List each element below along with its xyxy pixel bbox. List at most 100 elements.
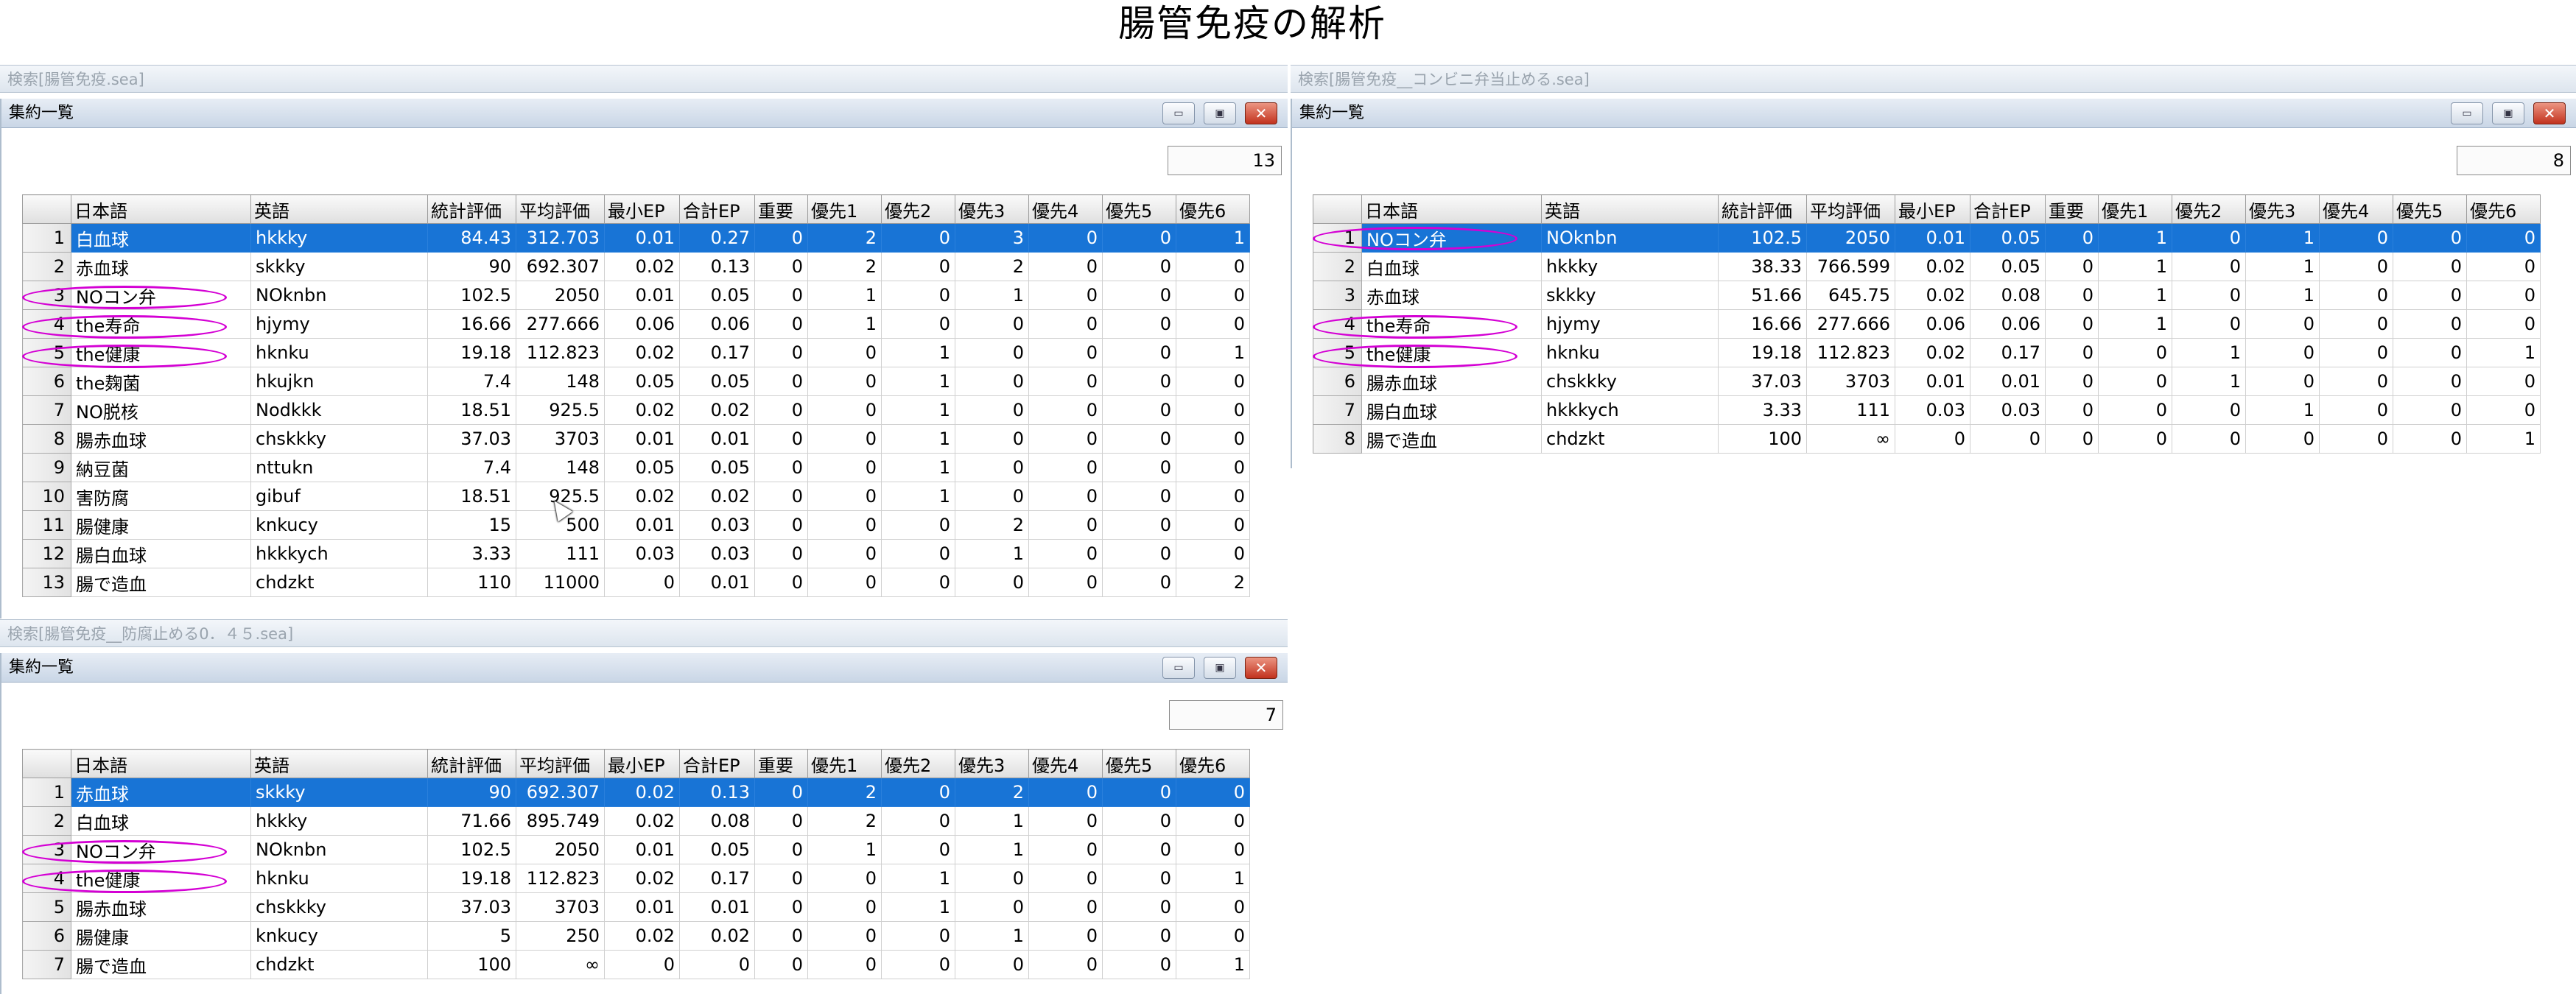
maximize-button[interactable]: ▣ — [2492, 102, 2524, 124]
row-number: 4 — [1313, 309, 1362, 339]
column-header[interactable]: 優先5 — [1102, 749, 1176, 778]
table-row[interactable]: 6 the麹菌 hkujkn 7.4 148 0.05 0.05 0 0 1 0 0 0 0 — [22, 367, 1250, 396]
column-header[interactable]: 統計評価 — [427, 749, 516, 778]
column-header[interactable]: 優先5 — [1102, 194, 1176, 224]
minimize-button[interactable]: ▭ — [2451, 102, 2483, 124]
table-row[interactable]: 2 赤血球 skkky 90 692.307 0.02 0.13 0 2 0 2 0 0 0 — [22, 252, 1250, 281]
column-header[interactable]: 日本語 — [71, 194, 251, 224]
table-row[interactable]: 1 NOコン弁 NOknbn 102.5 2050 0.01 0.05 0 1 0 1 0 0 0 — [1313, 223, 2541, 253]
table-row[interactable]: 12 腸白血球 hkkkych 3.33 111 0.03 0.03 0 0 0 1 0 0 0 — [22, 539, 1250, 568]
summary-table[interactable]: 日本語 英語 統計評価 平均評価 最小EP 合計EP 重要 優先1 優先2 優先3 優先4 優先5 優先… — [22, 749, 1250, 979]
table-row[interactable]: 5 the健康 hknku 19.18 112.823 0.02 0.17 0 0 1 0 0 0 1 — [1313, 338, 2541, 367]
table-row[interactable]: 8 腸で造血 chdzkt 100 ∞ 0 0 0 0 0 0 0 0 1 — [1313, 424, 2541, 454]
column-header[interactable]: 優先2 — [2172, 194, 2246, 224]
table-row[interactable]: 3 NOコン弁 NOknbn 102.5 2050 0.01 0.05 0 1 0 1 0 0 0 — [22, 835, 1250, 864]
table-cell: 0 — [2245, 424, 2320, 454]
table-row[interactable]: 5 腸赤血球 chskkky 37.03 3703 0.01 0.01 0 0 1 0 0 0 0 — [22, 892, 1250, 922]
table-cell: 0 — [807, 367, 882, 396]
table-cell: 0 — [881, 252, 955, 281]
column-header[interactable] — [22, 749, 71, 778]
column-header[interactable]: 重要 — [754, 194, 808, 224]
summary-table[interactable]: 日本語 英語 統計評価 平均評価 最小EP 合計EP 重要 優先1 優先2 優先3 優先4 優先5 優先… — [1313, 194, 2541, 454]
table-cell: 0 — [1028, 482, 1103, 511]
table-row[interactable]: 7 NO脱核 Nodkkk 18.51 925.5 0.02 0.02 0 0 1 0 0 0 0 — [22, 395, 1250, 425]
summary-list-title: 集約一覧 — [1299, 104, 1365, 122]
column-header[interactable]: 優先3 — [955, 194, 1029, 224]
cell-english: NOknbn — [250, 281, 428, 310]
column-header[interactable]: 優先3 — [2245, 194, 2320, 224]
column-header[interactable]: 合計EP — [1970, 194, 2046, 224]
column-header[interactable]: 優先4 — [2319, 194, 2393, 224]
column-header[interactable]: 英語 — [250, 749, 428, 778]
column-header[interactable]: 優先6 — [1176, 194, 1250, 224]
table-row[interactable]: 11 腸健康 knkucy 15 500 0.01 0.03 0 0 0 2 0 0 0 — [22, 510, 1250, 540]
column-header[interactable]: 英語 — [250, 194, 428, 224]
column-header[interactable]: 優先2 — [881, 194, 955, 224]
column-header[interactable]: 優先6 — [1176, 749, 1250, 778]
row-number: 9 — [22, 453, 71, 482]
cell-japanese: the健康 — [71, 338, 251, 367]
column-header[interactable]: 平均評価 — [516, 194, 605, 224]
row-number: 4 — [22, 309, 71, 339]
maximize-button[interactable]: ▣ — [1204, 657, 1236, 679]
table-row[interactable]: 3 NOコン弁 NOknbn 102.5 2050 0.01 0.05 0 1 0 1 0 0 0 — [22, 281, 1250, 310]
column-header[interactable]: 優先1 — [807, 194, 882, 224]
table-row[interactable]: 2 白血球 hkkky 71.66 895.749 0.02 0.08 0 2 0 1 0 0 0 — [22, 806, 1250, 836]
table-row[interactable]: 10 害防腐 gibuf 18.51 925.5 0.02 0.02 0 0 1 0 0 0 0 — [22, 482, 1250, 511]
table-row[interactable]: 4 the寿命 hjymy 16.66 277.666 0.06 0.06 0 1 0 0 0 0 0 — [22, 309, 1250, 339]
column-header[interactable]: 重要 — [2045, 194, 2099, 224]
table-row[interactable]: 4 the健康 hknku 19.18 112.823 0.02 0.17 0 0 1 0 0 0 1 — [22, 864, 1250, 893]
column-header[interactable]: 最小EP — [1895, 194, 1970, 224]
table-row[interactable]: 6 腸健康 knkucy 5 250 0.02 0.02 0 0 0 1 0 0 0 — [22, 921, 1250, 951]
column-header[interactable]: 平均評価 — [516, 749, 605, 778]
column-header[interactable]: 合計EP — [679, 194, 755, 224]
table-row[interactable]: 1 白血球 hkkky 84.43 312.703 0.01 0.27 0 2 0 3 0 0 1 — [22, 223, 1250, 253]
table-row[interactable]: 8 腸赤血球 chskkky 37.03 3703 0.01 0.01 0 0 1 0 0 0 0 — [22, 424, 1250, 454]
table-row[interactable]: 6 腸赤血球 chskkky 37.03 3703 0.01 0.01 0 0 1 0 0 0 0 — [1313, 367, 2541, 396]
table-cell: 0 — [881, 806, 955, 836]
summary-table[interactable]: 日本語 英語 統計評価 平均評価 最小EP 合計EP 重要 優先1 優先2 優先3 優先4 優先5 優先… — [22, 194, 1250, 597]
table-row[interactable]: 9 納豆菌 nttukn 7.4 148 0.05 0.05 0 0 1 0 0 0 0 — [22, 453, 1250, 482]
minimize-button[interactable]: ▭ — [1162, 102, 1195, 124]
close-button[interactable]: ✕ — [1245, 102, 1277, 124]
column-header[interactable]: 最小EP — [604, 194, 680, 224]
table-row[interactable]: 7 腸白血球 hkkkych 3.33 111 0.03 0.03 0 0 0 1 0 0 0 — [1313, 395, 2541, 425]
column-header[interactable]: 日本語 — [1361, 194, 1542, 224]
column-header[interactable]: 優先3 — [955, 749, 1029, 778]
column-header[interactable]: 統計評価 — [1718, 194, 1807, 224]
table-row[interactable]: 13 腸で造血 chdzkt 110 11000 0 0.01 0 0 0 0 0 0 2 — [22, 568, 1250, 597]
column-header[interactable]: 合計EP — [679, 749, 755, 778]
table-cell: 250 — [516, 921, 605, 951]
column-header[interactable]: 重要 — [754, 749, 808, 778]
table-row[interactable]: 2 白血球 hkkky 38.33 766.599 0.02 0.05 0 1 0 1 0 0 0 — [1313, 252, 2541, 281]
table-row[interactable]: 7 腸で造血 chdzkt 100 ∞ 0 0 0 0 0 0 0 0 1 — [22, 950, 1250, 979]
table-cell: 0 — [1028, 921, 1103, 951]
table-cell: 0 — [754, 539, 808, 568]
column-header[interactable] — [22, 194, 71, 224]
column-header[interactable]: 英語 — [1541, 194, 1719, 224]
column-header[interactable]: 優先1 — [2098, 194, 2172, 224]
minimize-button[interactable]: ▭ — [1162, 657, 1195, 679]
column-header[interactable]: 優先4 — [1028, 194, 1103, 224]
column-header[interactable]: 優先2 — [881, 749, 955, 778]
maximize-button[interactable]: ▣ — [1204, 102, 1236, 124]
table-row[interactable]: 4 the寿命 hjymy 16.66 277.666 0.06 0.06 0 1 0 0 0 0 0 — [1313, 309, 2541, 339]
close-button[interactable]: ✕ — [1245, 657, 1277, 679]
column-header[interactable]: 平均評価 — [1806, 194, 1895, 224]
column-header[interactable]: 優先1 — [807, 749, 882, 778]
window-controls: ▭ ▣ ✕ — [1162, 102, 1288, 124]
table-row[interactable]: 3 赤血球 skkky 51.66 645.75 0.02 0.08 0 1 0 1 0 0 0 — [1313, 281, 2541, 310]
column-header[interactable]: 最小EP — [604, 749, 680, 778]
column-header[interactable]: 日本語 — [71, 749, 251, 778]
close-button[interactable]: ✕ — [2533, 102, 2566, 124]
table-cell: 0 — [754, 778, 808, 807]
table-row[interactable]: 5 the健康 hknku 19.18 112.823 0.02 0.17 0 0 1 0 0 0 1 — [22, 338, 1250, 367]
table-row[interactable]: 1 赤血球 skkky 90 692.307 0.02 0.13 0 2 0 2 0 0 0 — [22, 778, 1250, 807]
column-header[interactable]: 優先5 — [2393, 194, 2467, 224]
column-header[interactable] — [1313, 194, 1362, 224]
column-header[interactable]: 統計評価 — [427, 194, 516, 224]
table-cell: 19.18 — [427, 338, 516, 367]
table-cell: 0 — [1028, 568, 1103, 597]
column-header[interactable]: 優先4 — [1028, 749, 1103, 778]
column-header[interactable]: 優先6 — [2466, 194, 2541, 224]
